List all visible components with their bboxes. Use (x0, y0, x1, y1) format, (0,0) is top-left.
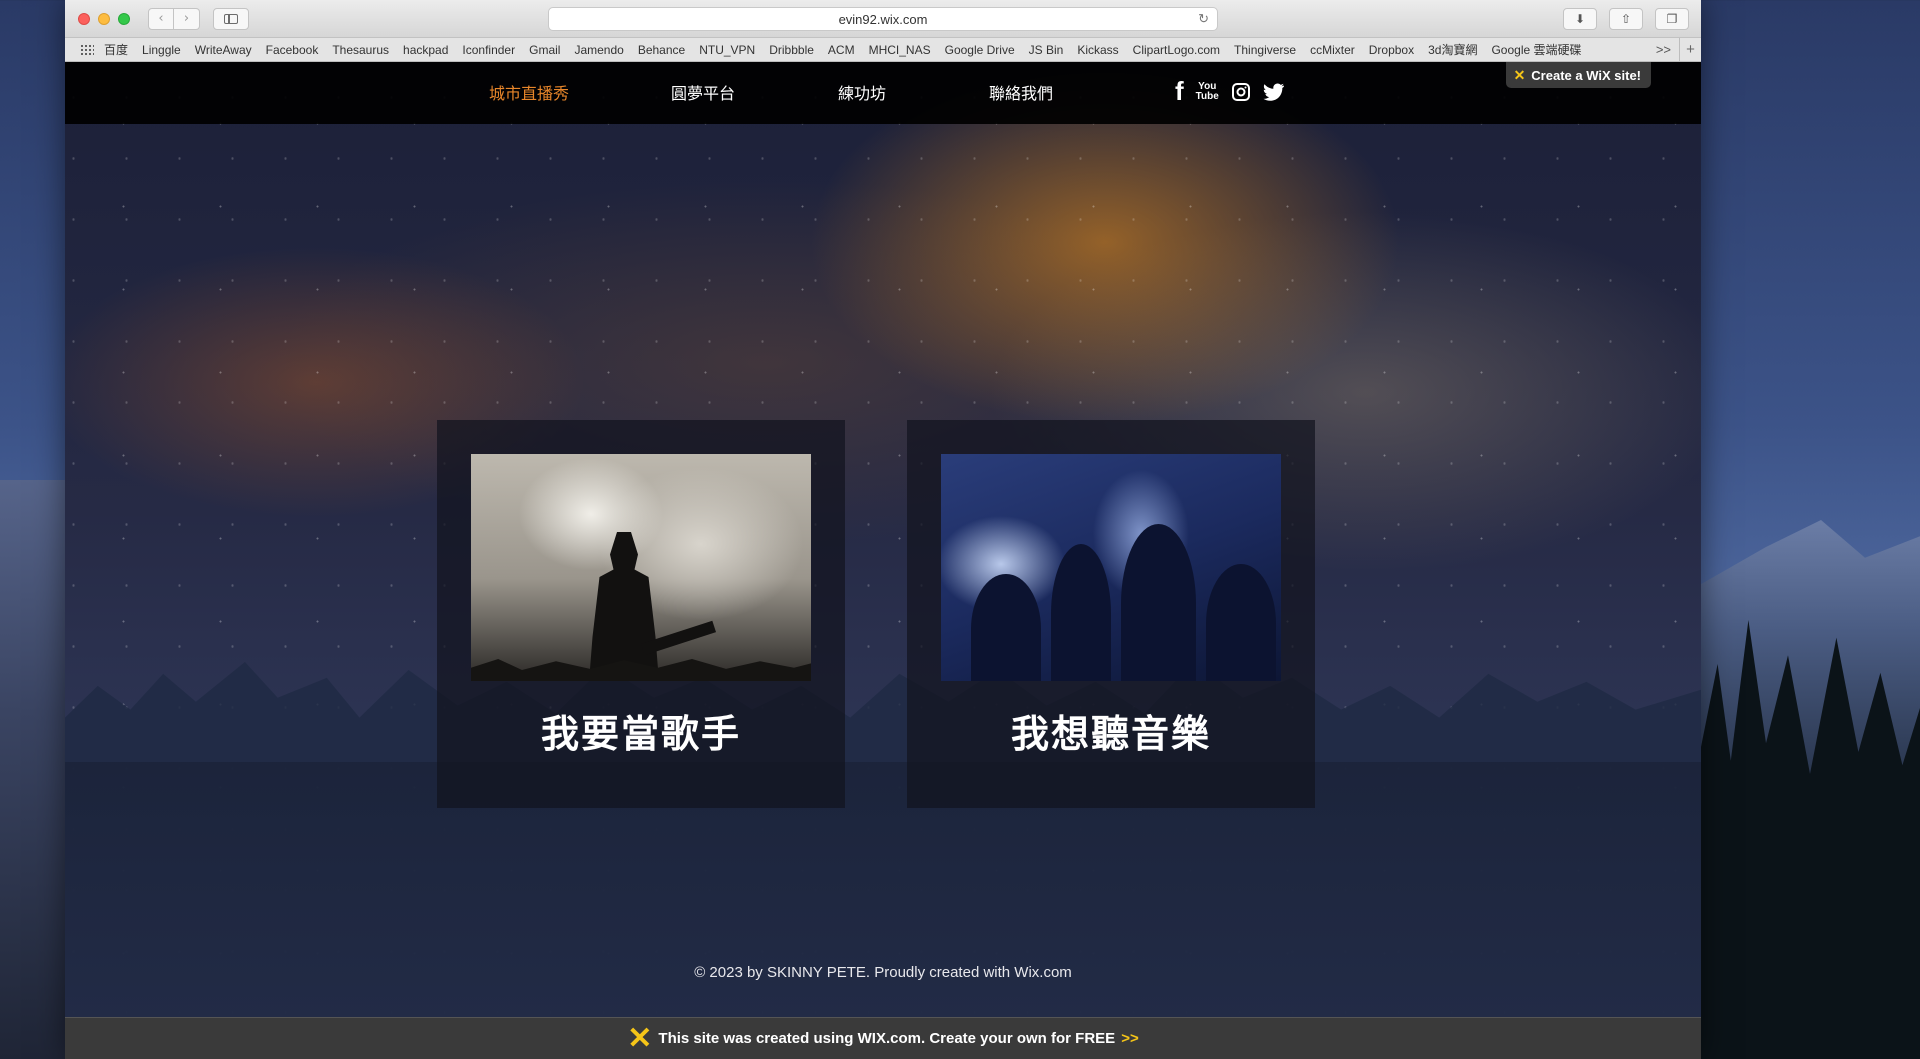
website-content: 城市直播秀 圓夢平台 練功坊 聯絡我們 f You Tube ✕ Create a… (65, 62, 1701, 1059)
window-controls (78, 12, 130, 25)
listener-card-title: 我想聽音樂 (1010, 712, 1211, 756)
bookmarks-bar: 百度 Linggle WriteAway Facebook Thesaurus … (65, 37, 1701, 62)
create-wix-site-button[interactable]: ✕ Create a WiX site! (1505, 62, 1651, 88)
instagram-icon[interactable] (1231, 82, 1251, 102)
create-wix-site-label: Create a WiX site! (1531, 67, 1641, 83)
apps-grid-icon[interactable] (80, 43, 94, 56)
bookmark-item[interactable]: Thingiverse (1234, 43, 1296, 57)
nav-item-practice[interactable]: 練功坊 (838, 80, 886, 104)
bookmark-item[interactable]: Thesaurus (332, 43, 389, 57)
wix-banner-text: This site was created using WIX.com. Cre… (658, 1030, 1116, 1047)
url-text: evin92.wix.com (838, 11, 928, 27)
bookmark-item[interactable]: MHCI_NAS (869, 43, 931, 57)
browser-titlebar: ‹ › evin92.wix.com ↻ ⬇ ⇧ ❐ (65, 0, 1701, 38)
wix-logo-icon: ✕ (627, 1021, 653, 1055)
bookmark-item[interactable]: Dribbble (769, 43, 814, 57)
bookmark-item[interactable]: hackpad (403, 43, 448, 57)
nav-item-dream-platform[interactable]: 圓夢平台 (671, 80, 735, 104)
bookmark-item[interactable]: Google Drive (945, 43, 1015, 57)
share-button[interactable]: ⇧ (1609, 8, 1643, 30)
history-buttons: ‹ › (148, 7, 200, 30)
browser-window: ‹ › evin92.wix.com ↻ ⬇ ⇧ ❐ 百度 Linggle Wr… (65, 0, 1701, 1059)
background-crowd-lower (65, 762, 1701, 1059)
tabs-overview-button[interactable]: ❐ (1655, 8, 1689, 30)
singer-card[interactable]: 我要當歌手 (437, 420, 845, 808)
minimize-window-button[interactable] (98, 12, 110, 25)
bookmark-item[interactable]: Facebook (266, 43, 319, 57)
fan-shape (1051, 544, 1111, 681)
bookmark-item[interactable]: Behance (638, 43, 685, 57)
singer-image (471, 454, 811, 681)
singer-card-title: 我要當歌手 (540, 712, 741, 756)
bookmark-item[interactable]: 百度 (104, 41, 128, 58)
nav-item-live-show[interactable]: 城市直播秀 (489, 80, 569, 104)
twitter-icon[interactable] (1263, 83, 1285, 101)
social-links: f You Tube (1175, 76, 1285, 107)
back-button[interactable]: ‹ (148, 7, 174, 30)
bookmarks-more-button[interactable]: >> (1656, 42, 1671, 57)
desktop-wallpaper-left (0, 480, 70, 1059)
fan-shape (1206, 564, 1276, 681)
fan-shape (1121, 524, 1196, 681)
listener-card[interactable]: 我想聽音樂 (907, 420, 1315, 808)
wix-logo-icon: ✕ (1513, 66, 1526, 83)
sidebar-toggle-button[interactable] (213, 7, 249, 30)
guitarist-silhouette (589, 532, 659, 681)
bookmark-item[interactable]: Gmail (529, 43, 560, 57)
downloads-button[interactable]: ⬇ (1563, 8, 1597, 30)
bookmark-item[interactable]: ClipartLogo.com (1133, 43, 1220, 57)
guitarist-photo (471, 454, 811, 681)
bookmark-item[interactable]: Kickass (1077, 43, 1118, 57)
bookmark-item[interactable]: Dropbox (1369, 43, 1414, 57)
youtube-icon[interactable]: You Tube (1196, 81, 1219, 102)
wix-banner-arrows: >> (1121, 1030, 1139, 1047)
listener-image (941, 454, 1281, 681)
bookmark-item[interactable]: Jamendo (574, 43, 623, 57)
toolbar-right: ⬇ ⇧ ❐ (1563, 8, 1689, 30)
forward-button[interactable]: › (174, 7, 200, 30)
new-tab-button[interactable]: + (1679, 37, 1701, 62)
sidebar-icon (224, 13, 238, 24)
site-footer-copyright: © 2023 by SKINNY PETE. Proudly created w… (694, 964, 1072, 981)
nav-item-contact[interactable]: 聯絡我們 (989, 80, 1053, 104)
crowd-photo (941, 454, 1281, 681)
bookmark-item[interactable]: Iconfinder (462, 43, 515, 57)
bookmark-item[interactable]: JS Bin (1029, 43, 1064, 57)
site-nav-bar: 城市直播秀 圓夢平台 練功坊 聯絡我們 f You Tube ✕ Create a… (65, 62, 1701, 124)
reload-icon[interactable]: ↻ (1198, 11, 1209, 27)
bookmark-item[interactable]: ACM (828, 43, 855, 57)
fan-shape (971, 574, 1041, 681)
wix-ad-banner[interactable]: ✕ This site was created using WIX.com. C… (65, 1017, 1701, 1059)
zoom-window-button[interactable] (118, 12, 130, 25)
close-window-button[interactable] (78, 12, 90, 25)
bookmark-item[interactable]: 3d淘寶網 (1428, 41, 1477, 58)
bookmark-item[interactable]: NTU_VPN (699, 43, 755, 57)
bookmark-item[interactable]: WriteAway (195, 43, 252, 57)
bookmark-item[interactable]: Linggle (142, 43, 181, 57)
bookmark-item[interactable]: ccMixter (1310, 43, 1355, 57)
address-bar[interactable]: evin92.wix.com ↻ (548, 7, 1218, 31)
facebook-icon[interactable]: f (1175, 76, 1184, 107)
bookmark-item[interactable]: Google 雲端硬碟 (1491, 41, 1581, 58)
